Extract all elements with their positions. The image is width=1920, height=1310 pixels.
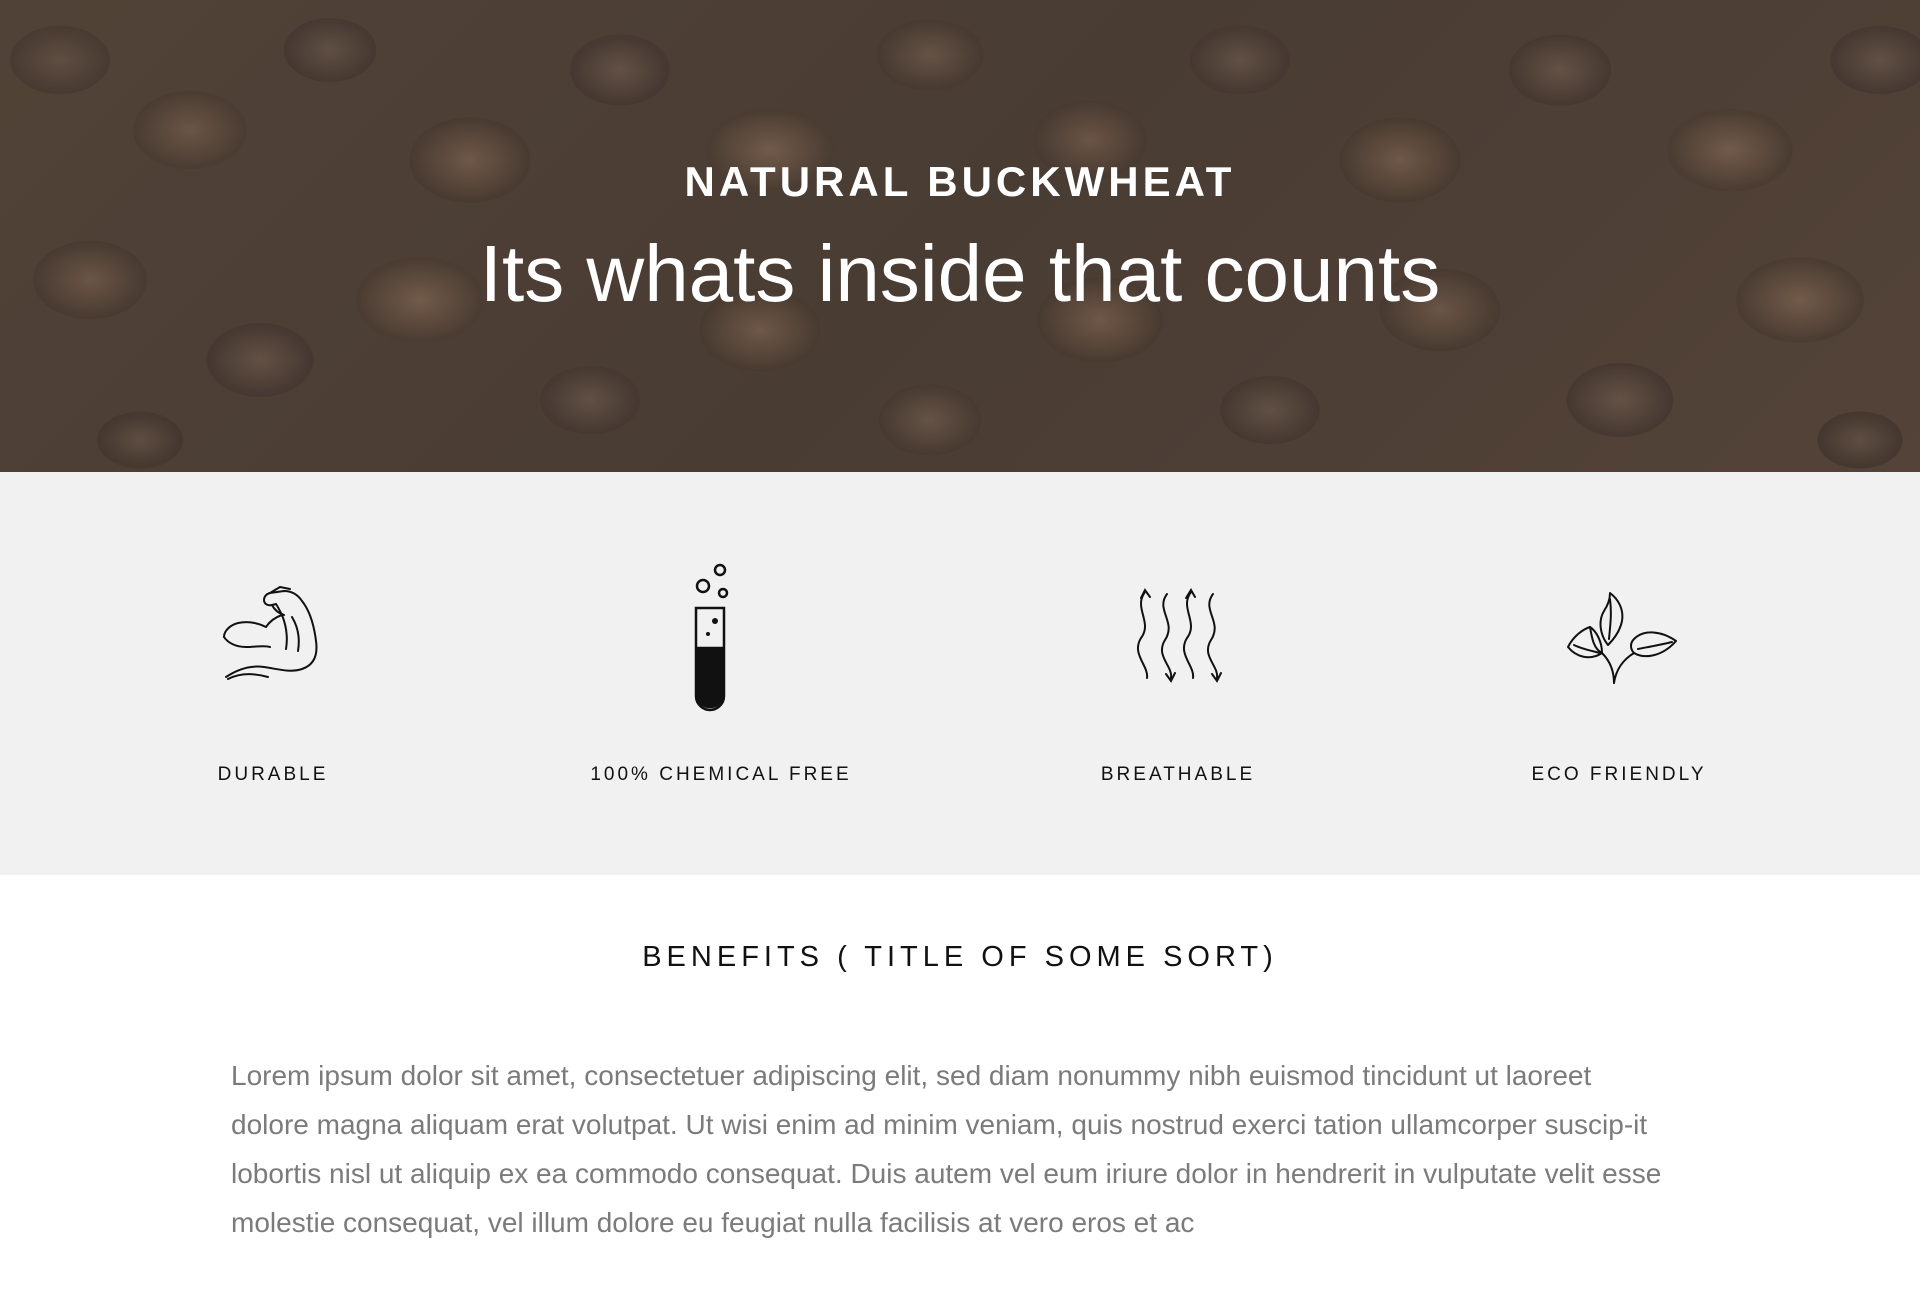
feature-durable: DURABLE: [63, 472, 483, 875]
feature-label: DURABLE: [217, 764, 329, 785]
hero-banner: NATURAL BUCKWHEAT Its whats inside that …: [0, 0, 1920, 472]
flexed-arm-icon: [208, 572, 338, 702]
feature-chemical-free: 100% CHEMICAL FREE: [511, 472, 931, 875]
airflow-icon: [1113, 572, 1243, 702]
leaf-sprout-icon: [1554, 572, 1684, 702]
test-tube-icon: [656, 563, 786, 712]
feature-label: ECO FRIENDLY: [1531, 764, 1707, 785]
benefits-section: BENEFITS ( TITLE OF SOME SORT) Lorem ips…: [0, 875, 1920, 1310]
hero-title: Its whats inside that counts: [479, 229, 1441, 318]
feature-breathable: BREATHABLE: [968, 472, 1388, 875]
feature-label: 100% CHEMICAL FREE: [590, 764, 852, 785]
benefits-title: BENEFITS ( TITLE OF SOME SORT): [642, 941, 1278, 973]
hero-content: NATURAL BUCKWHEAT Its whats inside that …: [0, 0, 1920, 320]
hero-eyebrow: NATURAL BUCKWHEAT: [684, 158, 1236, 205]
benefits-body: Lorem ipsum dolor sit amet, consectetuer…: [231, 1060, 1662, 1238]
feature-eco-friendly: ECO FRIENDLY: [1409, 472, 1829, 875]
feature-label: BREATHABLE: [1100, 764, 1256, 785]
features-strip: DURABLE 100% CHEMICAL FREE BREATHABLE EC…: [0, 472, 1920, 875]
